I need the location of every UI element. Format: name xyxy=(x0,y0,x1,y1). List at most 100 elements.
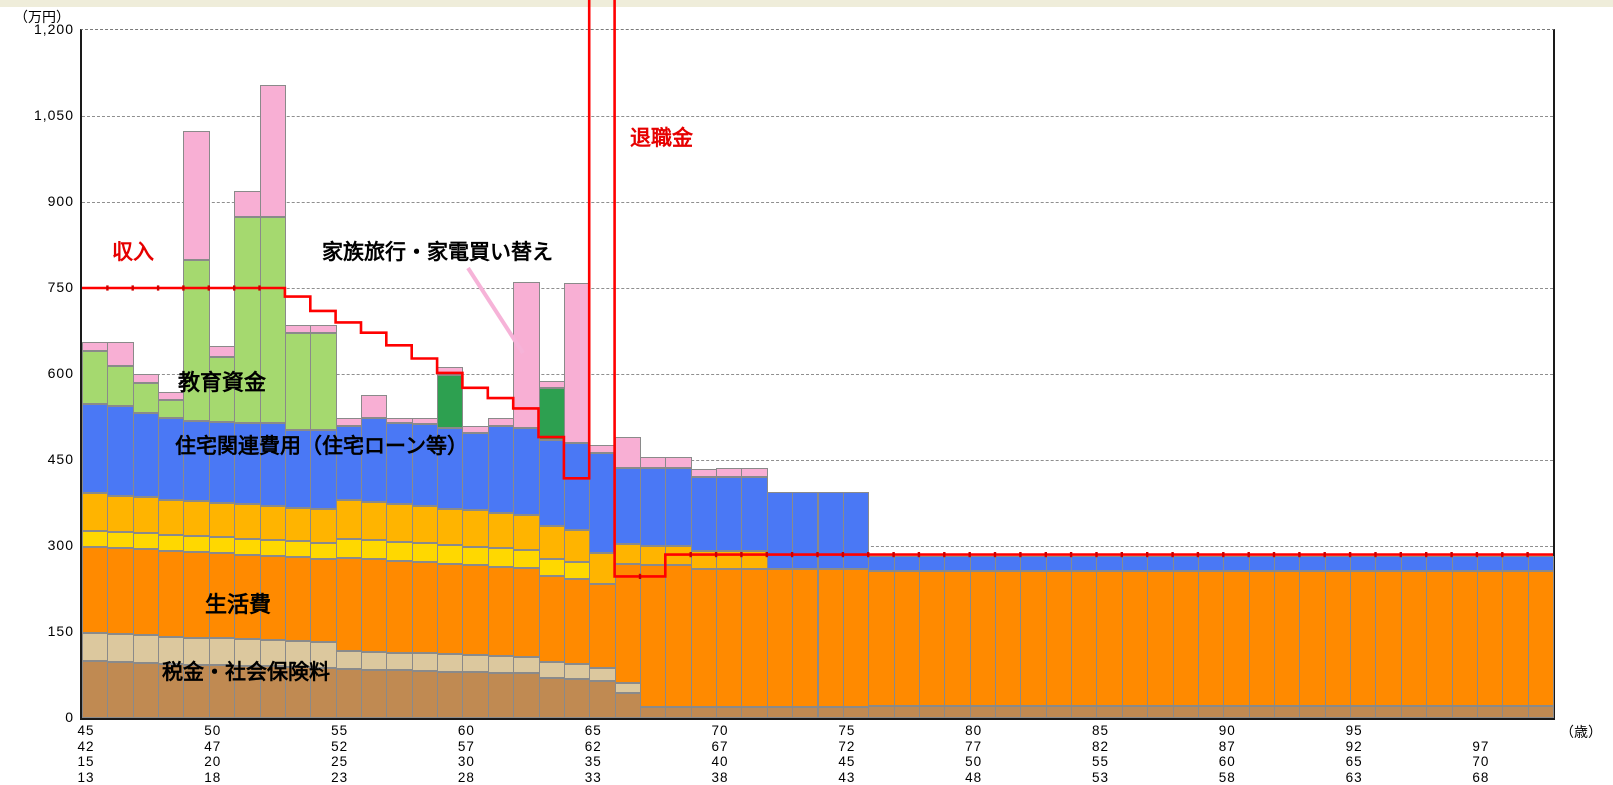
bar-segment xyxy=(1375,556,1401,571)
bar-segment xyxy=(640,468,666,546)
x-tick-column: 90876058 xyxy=(1185,723,1269,785)
bar-segment xyxy=(462,672,488,718)
bar-segment xyxy=(386,542,412,561)
gridline xyxy=(82,288,1553,289)
bar-segment xyxy=(615,468,641,544)
bar-segment xyxy=(615,437,641,469)
bar-segment xyxy=(1502,706,1528,718)
bar-segment xyxy=(894,706,920,718)
bar-segment xyxy=(107,406,133,495)
bar-segment xyxy=(183,131,209,260)
bar-segment xyxy=(437,509,463,546)
bar-segment xyxy=(716,569,742,707)
bar-segment xyxy=(944,706,970,718)
bar-segment xyxy=(488,513,514,549)
bar-segment xyxy=(133,533,159,549)
bar-segment xyxy=(513,673,539,718)
bar-segment xyxy=(589,681,615,718)
bar-segment xyxy=(665,457,691,468)
x-axis-unit-label: （歳） xyxy=(1560,722,1602,742)
x-tick-label: 45 xyxy=(44,723,128,739)
bar-segment xyxy=(894,556,920,571)
bar-segment xyxy=(1325,706,1351,718)
bar-segment xyxy=(1071,706,1097,718)
x-tick-label: 13 xyxy=(44,770,128,785)
bar-segment xyxy=(1147,556,1173,571)
bar-segment xyxy=(1122,571,1148,706)
bar-segment xyxy=(386,653,412,671)
bar-segment xyxy=(995,571,1021,706)
retirement-annotation: 退職金 xyxy=(630,122,693,152)
bar-segment xyxy=(82,493,108,530)
x-tick-label: 52 xyxy=(298,739,382,755)
bar-segment xyxy=(1325,571,1351,706)
x-tick-column: 50472018 xyxy=(171,723,255,785)
bar-segment xyxy=(82,661,108,718)
bar-segment xyxy=(412,418,438,424)
bar-segment xyxy=(437,654,463,671)
bar-segment xyxy=(310,333,336,429)
x-tick-label: 58 xyxy=(1185,770,1269,785)
bar-segment xyxy=(82,351,108,404)
y-tick-label: 1,200 xyxy=(12,21,74,37)
bar-segment xyxy=(336,651,362,669)
bar-segment xyxy=(412,653,438,671)
bar-segment xyxy=(716,707,742,718)
bar-segment xyxy=(843,707,869,718)
bar-segment xyxy=(843,492,869,569)
bar-segment xyxy=(564,579,590,664)
bar-segment xyxy=(716,477,742,551)
bar-segment xyxy=(183,501,209,536)
bar-segment xyxy=(970,556,996,571)
bar-segment xyxy=(539,526,565,559)
x-tick-label: 50 xyxy=(171,723,255,739)
bar-segment xyxy=(767,492,793,569)
bar-segment xyxy=(234,504,260,538)
bar-segment xyxy=(539,662,565,677)
bar-segment xyxy=(361,670,387,718)
bar-segment xyxy=(868,556,894,571)
bar-segment xyxy=(285,325,311,334)
bar-segment xyxy=(488,548,514,566)
bar-segment xyxy=(589,553,615,584)
bar-segment xyxy=(539,388,565,440)
bar-segment xyxy=(1249,571,1275,706)
bar-segment xyxy=(539,576,565,662)
x-tick-label: 97 xyxy=(1439,739,1523,755)
x-tick-label: 42 xyxy=(44,739,128,755)
x-tick-label: 25 xyxy=(298,754,382,770)
x-tick-column: 80775048 xyxy=(932,723,1016,785)
bar-segment xyxy=(1223,706,1249,718)
bar-segment xyxy=(488,418,514,426)
bar-segment xyxy=(1502,556,1528,571)
bar-segment xyxy=(792,707,818,718)
bar-segment xyxy=(82,342,108,351)
bar-segment xyxy=(133,374,159,383)
bar-segment xyxy=(285,508,311,541)
bar-segment xyxy=(640,707,666,718)
bar-segment xyxy=(386,670,412,718)
bar-segment xyxy=(209,346,235,357)
bar-segment xyxy=(615,683,641,693)
bar-segment xyxy=(1452,556,1478,571)
bar-segment xyxy=(1046,571,1072,706)
x-tick-label: 60 xyxy=(1185,754,1269,770)
bar-segment xyxy=(564,679,590,718)
x-tick-label: 45 xyxy=(805,754,889,770)
x-tick-label: 33 xyxy=(551,770,635,785)
x-tick-label: 55 xyxy=(298,723,382,739)
bar-segment xyxy=(1071,556,1097,571)
window-top-strip xyxy=(0,0,1613,7)
bar-segment xyxy=(589,453,615,553)
bar-segment xyxy=(1147,571,1173,706)
x-tick-label: 90 xyxy=(1185,723,1269,739)
x-tick-label: 85 xyxy=(1058,723,1142,739)
bar-segment xyxy=(260,85,286,217)
bar-segment xyxy=(158,551,184,636)
gridline xyxy=(82,116,1553,117)
x-tick-label: 70 xyxy=(1439,754,1523,770)
bar-segment xyxy=(1350,706,1376,718)
bar-segment xyxy=(1375,706,1401,718)
bar-segment xyxy=(488,673,514,718)
bar-segment xyxy=(1046,706,1072,718)
